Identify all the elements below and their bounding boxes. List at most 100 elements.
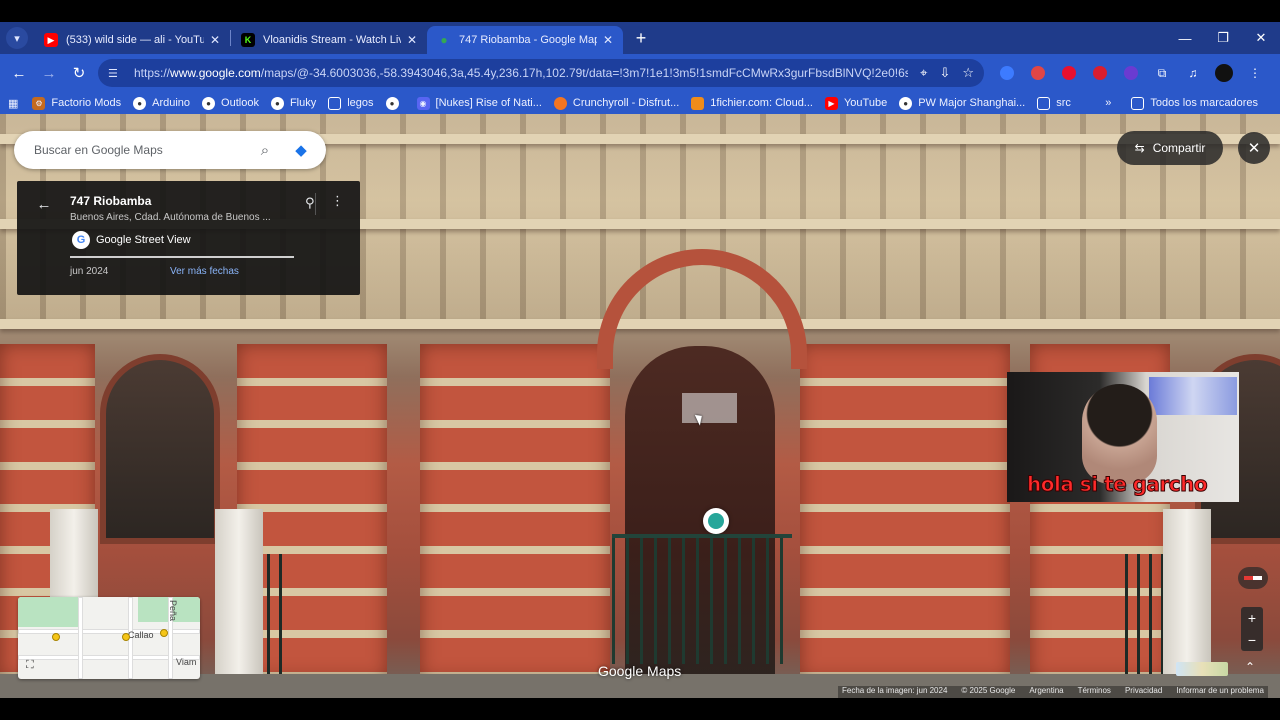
avatar[interactable]	[1213, 62, 1235, 84]
extension-icon[interactable]	[1027, 62, 1049, 84]
tab-search-button[interactable]: ▾	[6, 27, 28, 49]
folder-icon	[1037, 96, 1051, 110]
restore-icon[interactable]: ❐	[1204, 22, 1242, 54]
mini-map[interactable]: Callao Peña Viam ⛶	[18, 597, 200, 679]
bookmark-folder-src[interactable]: src	[1037, 96, 1071, 110]
navigation-marker-icon[interactable]	[703, 508, 729, 534]
search-input[interactable]	[34, 143, 246, 157]
bookmark-label: YouTube	[843, 97, 888, 109]
bookmark-star-icon[interactable]: ☆	[962, 65, 974, 81]
folder-icon	[328, 96, 342, 110]
directions-icon[interactable]: ◆	[288, 137, 314, 163]
chevron-up-icon[interactable]: ⌃	[1245, 660, 1255, 674]
street-view-source: G Google Street View	[72, 231, 191, 249]
close-icon[interactable]: ✕	[407, 33, 417, 47]
all-bookmarks-label: Todos los marcadores	[1150, 97, 1258, 109]
bookmark-unnamed[interactable]: ●	[385, 96, 405, 110]
bookmark-nukes[interactable]: ◉ [Nukes] Rise of Nati...	[416, 96, 542, 110]
puzzle-icon[interactable]: ⧉	[1151, 62, 1173, 84]
bookmark-crunchyroll[interactable]: Crunchyroll - Disfrut...	[553, 96, 680, 110]
streamer-figure	[1082, 384, 1157, 484]
map-label: Peña	[168, 600, 178, 622]
map-label: Viam	[176, 657, 197, 667]
all-bookmarks-button[interactable]: Todos los marcadores	[1131, 96, 1258, 110]
kick-icon: K	[241, 33, 255, 47]
bookmarks-overflow-icon[interactable]: »	[1105, 97, 1111, 109]
close-icon[interactable]: ✕	[603, 33, 613, 47]
stone-post	[1163, 509, 1211, 684]
share-label: Compartir	[1152, 141, 1206, 155]
footer-terms-link[interactable]: Términos	[1078, 686, 1111, 698]
tab-google-maps[interactable]: ● 747 Riobamba - Google Maps ✕	[427, 26, 623, 54]
close-icon[interactable]: ✕	[210, 33, 220, 47]
bookmark-label: Crunchyroll - Disfrut...	[572, 97, 680, 109]
bookmark-factorio-mods[interactable]: ⚙ Factorio Mods	[32, 96, 122, 110]
crunchyroll-icon	[553, 96, 567, 110]
bookmark-arduino[interactable]: ● Arduino	[133, 96, 191, 110]
see-more-dates-link[interactable]: Ver más fechas	[170, 266, 239, 277]
tab-kick[interactable]: K Vloanidis Stream - Watch Live o ✕	[231, 26, 427, 54]
footer-privacy-link[interactable]: Privacidad	[1125, 686, 1162, 698]
share-button[interactable]: ⇆ Compartir	[1117, 131, 1223, 165]
brick-pillar	[420, 344, 610, 679]
park-area	[18, 597, 78, 627]
minimize-icon[interactable]: —	[1166, 22, 1204, 54]
maps-search-box[interactable]: ⌕ ◆	[14, 131, 326, 169]
window-close-icon[interactable]: ✕	[1242, 22, 1280, 54]
globe-icon: ●	[385, 96, 399, 110]
maps-footer: Fecha de la imagen: jun 2024 © 2025 Goog…	[838, 686, 1268, 698]
url-scheme: https://	[134, 66, 171, 80]
kebab-menu-icon[interactable]: ⋮	[1244, 62, 1266, 84]
letterbox-top	[0, 0, 1280, 22]
location-icon[interactable]: ⌖	[920, 65, 927, 81]
search-icon[interactable]: ⌕	[252, 137, 278, 163]
extension-icon[interactable]	[1089, 62, 1111, 84]
arrow-left-icon[interactable]: ←	[35, 195, 53, 213]
footer-country-link[interactable]: Argentina	[1029, 686, 1063, 698]
forward-button[interactable]: →	[34, 58, 64, 88]
tab-youtube[interactable]: ▶ (533) wild side — ali - YouTube ✕	[34, 26, 230, 54]
bookmark-label: Outlook	[221, 97, 259, 109]
discord-icon: ◉	[416, 96, 430, 110]
site-info-icon[interactable]: ☰	[108, 67, 124, 80]
place-subtitle: Buenos Aires, Cdad. Autónoma de Buenos .…	[70, 212, 271, 223]
bookmark-youtube[interactable]: ▶ YouTube	[824, 96, 888, 110]
window-controls: — ❐ ✕	[1166, 22, 1280, 54]
zoom-out-icon[interactable]: −	[1248, 632, 1256, 648]
close-street-view-button[interactable]: ✕	[1238, 132, 1270, 164]
bookmark-fluky[interactable]: ● Fluky	[270, 96, 316, 110]
bookmark-pw-major[interactable]: ● PW Major Shanghai...	[899, 96, 1025, 110]
footer-report-link[interactable]: Informar de un problema	[1176, 686, 1264, 698]
divider	[315, 193, 316, 215]
apps-grid-icon[interactable]: ▦	[8, 97, 18, 110]
zoom-controls: + −	[1241, 607, 1263, 651]
extension-icon[interactable]	[996, 62, 1018, 84]
extension-icon[interactable]	[1120, 62, 1142, 84]
bookmark-label: legos	[347, 97, 374, 109]
new-tab-button[interactable]: +	[629, 26, 653, 50]
1fichier-icon	[691, 96, 705, 110]
install-app-icon[interactable]: ⇩	[939, 65, 950, 81]
zoom-in-icon[interactable]: +	[1248, 610, 1256, 626]
bookmark-outlook[interactable]: ● Outlook	[202, 96, 259, 110]
expand-map-icon[interactable]: ⛶	[26, 659, 34, 672]
media-control-icon[interactable]: ♫	[1182, 62, 1204, 84]
back-button[interactable]: ←	[4, 58, 34, 88]
bookmark-label: Arduino	[152, 97, 191, 109]
compass-icon[interactable]	[1238, 567, 1268, 589]
address-bar[interactable]: ☰ https://www.google.com/maps/@-34.60030…	[98, 59, 984, 87]
bookmark-1fichier[interactable]: 1fichier.com: Cloud...	[691, 96, 813, 110]
globe-icon: ●	[270, 96, 284, 110]
more-options-icon[interactable]: ⋮	[331, 193, 344, 209]
map-label: Callao	[128, 630, 154, 640]
street-view-hover-marker	[682, 393, 737, 423]
reload-button[interactable]: ↻	[64, 58, 94, 88]
map-pin-icon[interactable]: ⚲	[305, 195, 315, 211]
bookmark-label: Factorio Mods	[51, 97, 122, 109]
bookmark-folder-legos[interactable]: legos	[328, 96, 374, 110]
imagery-thumbnails[interactable]	[1176, 662, 1228, 676]
extension-icon[interactable]	[1058, 62, 1080, 84]
road	[78, 597, 83, 679]
youtube-icon: ▶	[824, 96, 838, 110]
browser-toolbar: ← → ↻ ☰ https://www.google.com/maps/@-34…	[0, 54, 1280, 92]
